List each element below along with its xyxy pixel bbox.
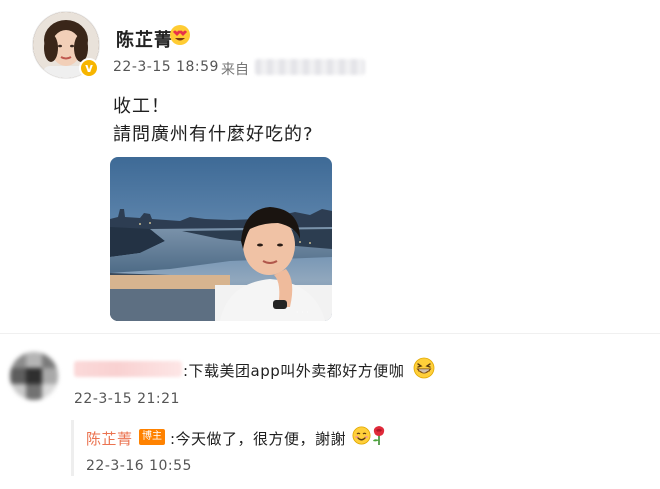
reply-timestamp: 22-3-16 10:55 [86,458,192,474]
post-source-label: 来自 [221,62,249,78]
weibo-post-card: v 陈芷菁 22-3-15 18:59 来自 收工！ 請問廣州有什麼好吃的? ·… [0,0,660,489]
blurred-source-name [255,59,365,75]
grinning-face-emoji-icon [413,357,435,379]
post-text-line: 請問廣州有什麼好吃的? [113,124,314,145]
post-timestamp[interactable]: 22-3-15 18:59 [113,59,219,75]
blogger-badge: 博主 [139,429,165,445]
comment-timestamp: 22-3-15 21:21 [74,391,180,407]
post-text-line: 收工！ [113,96,170,117]
svg-text:· · ·: · · · [296,308,309,317]
section-divider [0,333,660,334]
comment-text: :下载美团app叫外卖都好方便咖 [183,362,405,380]
post-photo[interactable]: · · · [110,157,332,321]
reply-author-name[interactable]: 陈芷菁 [86,428,133,449]
smiling-face-emoji-icon [352,426,371,445]
heart-eyes-emoji-icon [168,24,192,46]
blurred-commenter-name[interactable] [74,361,182,377]
rose-emoji-icon [371,425,387,446]
commenter-avatar[interactable] [10,352,58,400]
reply-text: :今天做了，很方便，謝謝 [170,430,347,448]
author-name[interactable]: 陈芷菁 [116,26,173,52]
verified-badge-icon: v [79,58,99,78]
reply-indent-bar [71,420,74,476]
